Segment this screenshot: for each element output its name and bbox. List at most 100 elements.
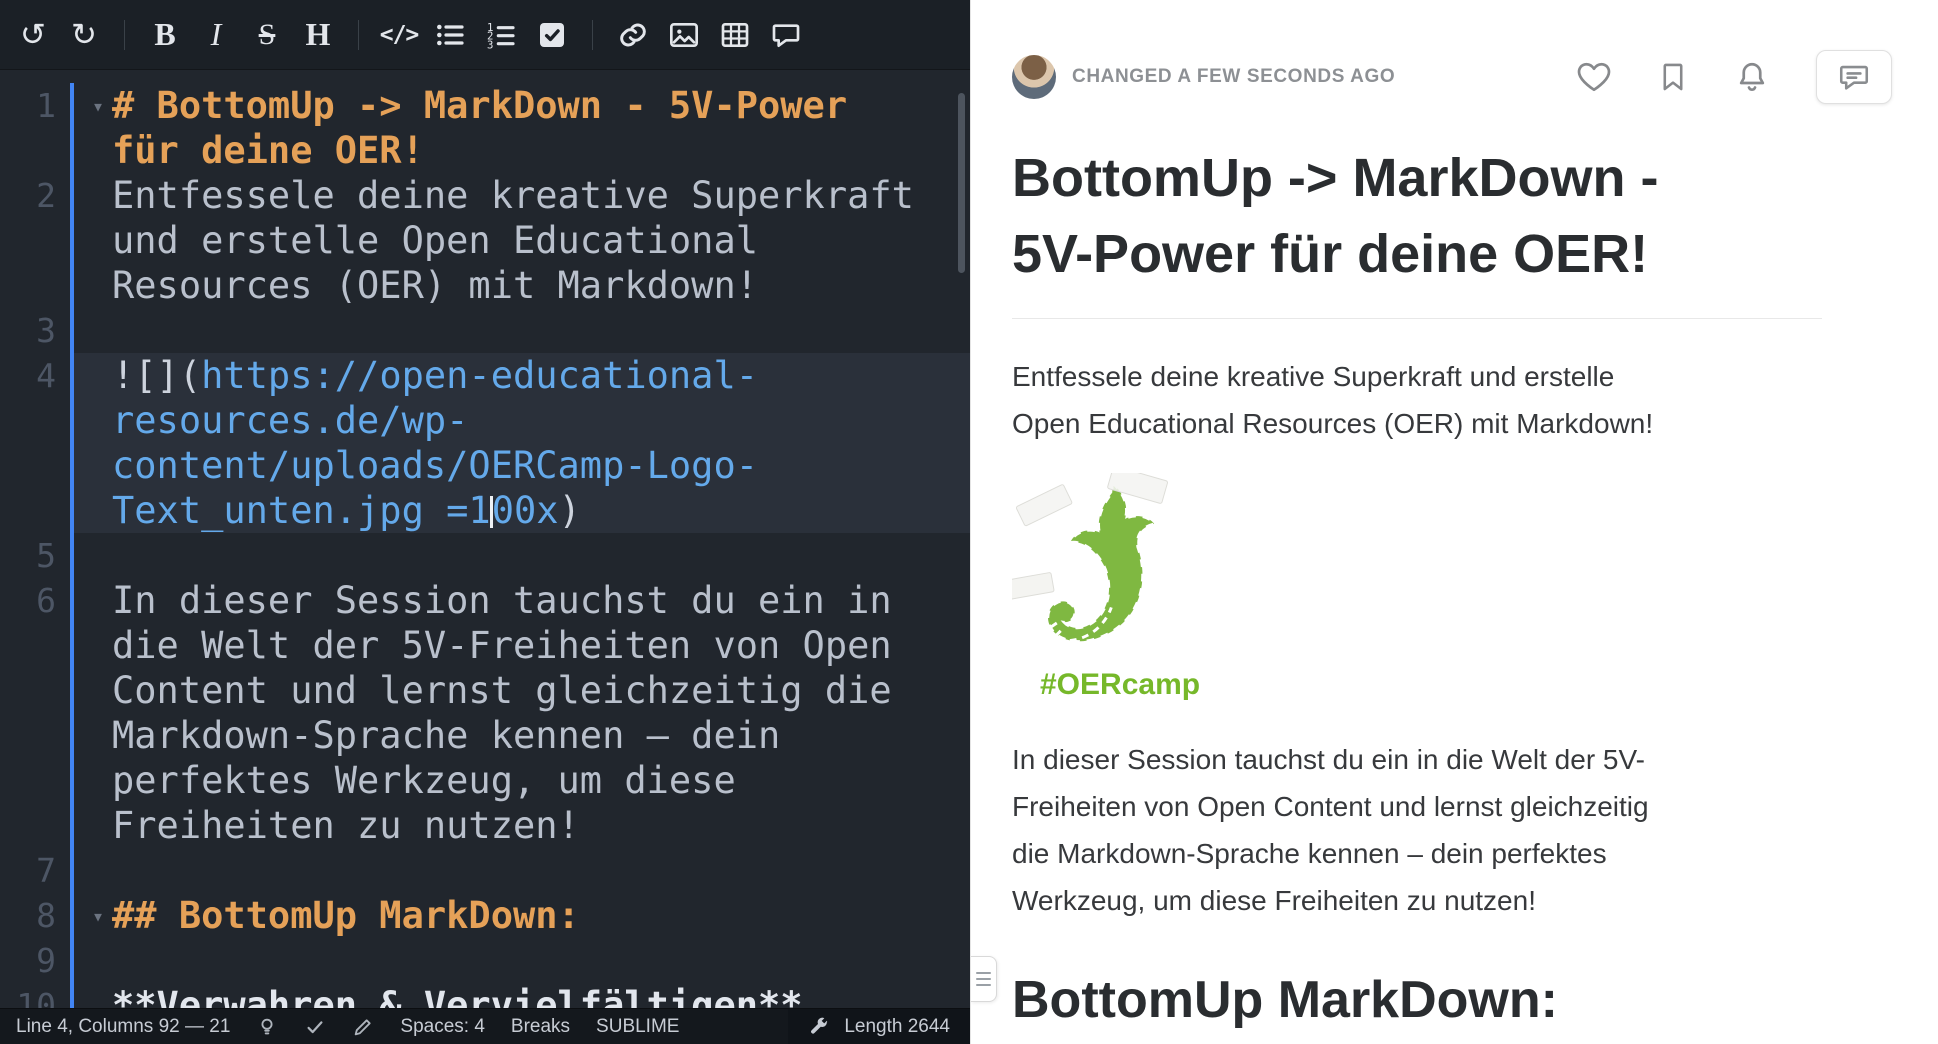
spaces-setting[interactable]: Spaces: 4 xyxy=(400,1016,485,1038)
editor-scrollbar[interactable] xyxy=(958,93,965,273)
check-list-icon xyxy=(536,19,568,51)
editor-line: 5 xyxy=(0,533,970,578)
comment-button[interactable] xyxy=(763,12,809,58)
editor-line: 10 **Verwahren & Vervielfältigen** xyxy=(0,983,970,1008)
editor-line: 2 Entfessele deine kreative Superkraft u… xyxy=(0,173,970,308)
session-paragraph: In dieser Session tauchst du ein in die … xyxy=(1012,736,1822,924)
bell-icon xyxy=(1734,59,1770,95)
strikethrough-button[interactable]: S xyxy=(244,12,290,58)
editor-line-text[interactable]: **Verwahren & Vervielfältigen** xyxy=(70,983,970,1008)
editor-toolbar: ↺ ↻ B I S H </> 123 xyxy=(0,0,970,70)
table-button[interactable] xyxy=(712,12,758,58)
favorite-button[interactable] xyxy=(1576,59,1612,95)
line-number: 9 xyxy=(36,941,56,980)
editor-line-text[interactable] xyxy=(70,308,970,353)
fold-chevron-icon[interactable]: ▾ xyxy=(92,894,104,939)
check-icon xyxy=(304,1016,326,1038)
oercamp-flame-image xyxy=(1012,473,1197,663)
section-heading: BottomUp MarkDown: xyxy=(1012,968,1822,1044)
comments-panel-button[interactable] xyxy=(1816,50,1892,104)
markdown-image-syntax: ) xyxy=(559,489,581,532)
comment-icon xyxy=(770,19,802,51)
image-icon xyxy=(668,19,700,51)
numbered-list-icon: 123 xyxy=(485,19,517,51)
pen-icon xyxy=(352,1016,374,1038)
spellcheck-button[interactable] xyxy=(304,1016,326,1038)
editor-pane: ↺ ↻ B I S H </> 123 xyxy=(0,0,970,1044)
code-icon: </> xyxy=(380,22,419,48)
rendered-markdown: BottomUp -> MarkDown - 5V-Power für dein… xyxy=(1012,140,1822,1044)
numbered-list-button[interactable]: 123 xyxy=(478,12,524,58)
line-number: 1 xyxy=(36,86,56,125)
image-url: https://open-educational- resources.de/w… xyxy=(112,354,758,532)
toolbar-divider xyxy=(124,20,125,50)
line-number: 4 xyxy=(36,356,56,395)
note-header: CHANGED A FEW SECONDS AGO xyxy=(1012,50,1892,104)
pen-button[interactable] xyxy=(352,1016,374,1038)
wrench-icon[interactable] xyxy=(808,1016,830,1038)
editor-line-text[interactable]: Entfessele deine kreative Superkraft und… xyxy=(70,173,970,308)
fold-chevron-icon[interactable]: ▾ xyxy=(92,84,104,129)
cursor-position: Line 4, Columns 92 — 21 xyxy=(16,1016,230,1038)
bullet-list-button[interactable] xyxy=(427,12,473,58)
bullet-list-icon xyxy=(434,19,466,51)
line-number: 3 xyxy=(36,311,56,350)
editor-line-text[interactable]: ## BottomUp MarkDown: xyxy=(70,893,970,938)
lightbulb-button[interactable] xyxy=(256,1016,278,1038)
preview-pane: CHANGED A FEW SECONDS AGO BottomUp -> Ma… xyxy=(970,0,1938,1044)
keymap-setting[interactable]: SUBLIME xyxy=(596,1016,679,1038)
comments-icon xyxy=(1837,60,1871,94)
bookmark-button[interactable] xyxy=(1656,60,1690,94)
pane-resize-handle[interactable] xyxy=(971,956,997,1002)
code-block-button[interactable]: </> xyxy=(376,12,422,58)
line-number: 8 xyxy=(36,896,56,935)
redo-button[interactable]: ↻ xyxy=(61,12,107,58)
status-bar: Line 4, Columns 92 — 21 Spaces: 4 Breaks… xyxy=(0,1008,970,1044)
avatar[interactable] xyxy=(1012,55,1056,99)
line-number: 10 xyxy=(16,986,56,1008)
undo-icon: ↺ xyxy=(20,19,46,50)
editor-line-text[interactable]: # BottomUp -> MarkDown - 5V-Power für de… xyxy=(70,83,970,173)
italic-button[interactable]: I xyxy=(193,12,239,58)
editor-line-text[interactable] xyxy=(70,848,970,893)
line-number: 7 xyxy=(36,851,56,890)
intro-paragraph: Entfessele deine kreative Superkraft und… xyxy=(1012,353,1822,447)
bold-icon: B xyxy=(154,16,175,53)
heart-icon xyxy=(1576,59,1612,95)
notifications-button[interactable] xyxy=(1734,59,1770,95)
svg-text:3: 3 xyxy=(487,38,493,51)
italic-icon: I xyxy=(211,16,222,53)
editor-line-text[interactable]: In dieser Session tauchst du ein in die … xyxy=(70,578,970,848)
link-button[interactable] xyxy=(610,12,656,58)
code-editor[interactable]: ▾ 1 # BottomUp -> MarkDown - 5V-Power für… xyxy=(0,71,970,1008)
check-list-button[interactable] xyxy=(529,12,575,58)
bold-button[interactable]: B xyxy=(142,12,188,58)
breaks-setting[interactable]: Breaks xyxy=(511,1016,570,1038)
line-number: 5 xyxy=(36,536,56,575)
editor-line: 9 xyxy=(0,938,970,983)
bookmark-icon xyxy=(1656,60,1690,94)
heading-icon: H xyxy=(306,16,331,53)
editor-line-text[interactable]: ![](https://open-educational- resources.… xyxy=(70,353,970,533)
toolbar-divider xyxy=(592,20,593,50)
oercamp-logo: #OERcamp xyxy=(1012,473,1822,702)
editor-line: 6 In dieser Session tauchst du ein in di… xyxy=(0,578,970,848)
editor-line-text[interactable] xyxy=(70,533,970,578)
logo-caption: #OERcamp xyxy=(1040,668,1822,702)
heading-button[interactable]: H xyxy=(295,12,341,58)
lightbulb-icon xyxy=(256,1016,278,1038)
app-window: ↺ ↻ B I S H </> 123 xyxy=(0,0,1938,1044)
undo-button[interactable]: ↺ xyxy=(10,12,56,58)
redo-icon: ↻ xyxy=(71,19,97,50)
image-url: 00x xyxy=(492,489,559,532)
document-length: Length 2644 xyxy=(788,1009,970,1044)
editor-line-text[interactable] xyxy=(70,938,970,983)
editor-line: ▾ 1 # BottomUp -> MarkDown - 5V-Power für… xyxy=(0,83,970,173)
page-title: BottomUp -> MarkDown - 5V-Power für dein… xyxy=(1012,140,1822,319)
editor-line: 3 xyxy=(0,308,970,353)
image-button[interactable] xyxy=(661,12,707,58)
table-icon xyxy=(719,19,751,51)
strikethrough-icon: S xyxy=(259,18,276,52)
toolbar-divider xyxy=(358,20,359,50)
length-value: Length 2644 xyxy=(844,1016,950,1038)
